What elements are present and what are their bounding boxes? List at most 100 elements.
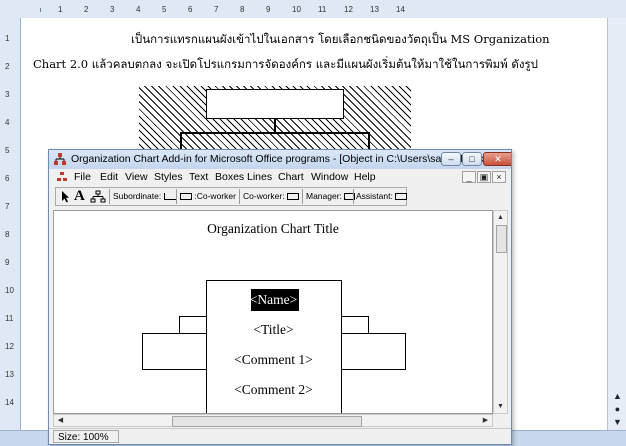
manager-tool[interactable]: Manager: [306,189,356,204]
ruler-number: 13 [370,5,379,14]
ruler-number: 9 [266,5,271,14]
scroll-right-icon[interactable]: ▶ [480,415,491,426]
ruler-number: 8 [5,230,10,239]
doc-minimize-icon[interactable]: _ [462,171,476,183]
subordinate-left-box[interactable] [142,333,208,370]
ruler-number: 5 [162,5,167,14]
next-page-icon[interactable]: ▼ [611,416,624,429]
ruler-number: 4 [136,5,141,14]
coworker-left-box-icon [180,193,192,201]
ruler-number: 11 [5,314,14,323]
subordinate-tool[interactable]: Subordinate: [113,189,177,204]
menu-styles[interactable]: Styles [154,171,183,183]
doc-close-icon[interactable]: × [492,171,506,183]
document-icon[interactable] [57,172,67,182]
ruler-number: 2 [84,5,89,14]
comment1-placeholder[interactable]: <Comment 1> [207,352,340,368]
toolbar-separator [302,189,303,204]
menu-help[interactable]: Help [354,171,376,183]
ruler-number: 6 [5,174,10,183]
ruler-number: 3 [5,90,10,99]
ruler-number: 12 [344,5,353,14]
browse-object-icon[interactable]: ● [611,403,624,416]
ruler-number: 12 [5,342,14,351]
assistant-label: Assistant: [356,191,393,201]
canvas-vertical-scrollbar[interactable]: ▲ ▼ [493,210,508,414]
coworker-right-label: Co-worker: [243,191,285,201]
name-placeholder[interactable]: <Name> [207,292,340,308]
ruler-number: 11 [318,5,327,14]
title-placeholder[interactable]: <Title> [207,322,340,338]
scroll-thumb[interactable] [172,416,362,427]
org-structure-icon[interactable] [90,189,106,204]
paragraph-line: เป็นการแทรกแผนผังเข้าไปในเอกสาร โดยเลือก… [131,32,550,46]
text-tool-icon[interactable]: A [74,189,85,204]
ruler-number: 8 [240,5,245,14]
drawing-toolbar: A Subordinate: :Co-worker Co-worker: Man… [55,187,408,206]
ruler-number: 7 [5,202,10,211]
scroll-down-icon[interactable]: ▼ [495,401,506,412]
menu-bar: File Edit View Styles Text Boxes Lines C… [49,169,511,185]
zoom-size-indicator: Size: 100% [53,430,119,443]
chart-canvas[interactable]: Organization Chart Title <Name> <Title> … [53,210,493,414]
assistant-box-icon [395,193,408,201]
ruler-number: 13 [5,370,14,379]
scroll-up-icon[interactable]: ▲ [495,212,506,223]
org-box [206,89,344,119]
ruler-number: 7 [214,5,219,14]
ruler-number: 10 [5,286,14,295]
ruler-number: 14 [396,5,405,14]
toolbar-separator [353,189,354,204]
org-chart-window[interactable]: Organization Chart Add-in for Microsoft … [48,149,512,445]
horizontal-ruler: 1 2 3 4 5 6 7 8 9 10 11 12 13 14 [0,0,626,19]
minimize-icon[interactable]: – [441,152,461,166]
toolbar-separator [176,189,177,204]
comment2-placeholder[interactable]: <Comment 2> [207,382,340,398]
menu-window[interactable]: Window [311,171,348,183]
window-title-bar[interactable]: Organization Chart Add-in for Microsoft … [49,150,511,170]
previous-page-icon[interactable]: ▲ [611,390,624,403]
menu-text[interactable]: Text [189,171,208,183]
ruler-number: 5 [5,146,10,155]
doc-restore-icon[interactable]: ▣ [477,171,491,183]
ruler-number: 4 [5,118,10,127]
org-connector [180,132,182,150]
vertical-ruler: 1 2 3 4 5 6 7 8 9 10 11 12 13 14 [0,18,21,430]
org-chart-app-icon [54,153,66,165]
menu-chart[interactable]: Chart [278,171,304,183]
chart-title[interactable]: Organization Chart Title [54,221,492,237]
maximize-icon[interactable]: □ [462,152,482,166]
coworker-left-tool[interactable]: :Co-worker [180,189,236,204]
coworker-right-tool[interactable]: Co-worker: [243,189,299,204]
canvas-horizontal-scrollbar[interactable]: ◀ ▶ [53,414,493,427]
document-vertical-scrollbar[interactable]: ▲ ● ▼ [607,18,626,430]
ruler-tick [40,8,41,12]
select-arrow-icon[interactable] [59,189,71,204]
subordinate-box-icon [163,193,177,201]
paragraph-line: Chart 2.0 แล้วคลบตกลง จะเปิดโปรแกรมการจั… [33,57,538,71]
ruler-number: 9 [5,258,10,267]
ruler-number: 2 [5,62,10,71]
org-connector [368,132,370,150]
toolbar-separator [109,189,110,204]
subordinate-label: Subordinate: [113,191,162,201]
menu-lines[interactable]: Lines [247,171,272,183]
coworker-right-box-icon [286,193,299,201]
manager-box[interactable]: <Name> <Title> <Comment 1> <Comment 2> [206,280,342,413]
scroll-left-icon[interactable]: ◀ [55,415,66,426]
org-connector [180,132,370,134]
org-connector [274,119,276,133]
ruler-number: 14 [5,398,14,407]
scroll-thumb[interactable] [496,225,507,253]
ruler-number: 1 [58,5,63,14]
coworker-right-box[interactable] [340,316,369,334]
menu-file[interactable]: File [74,171,91,183]
close-icon[interactable]: ✕ [483,152,511,166]
menu-boxes[interactable]: Boxes [215,171,244,183]
menu-edit[interactable]: Edit [100,171,118,183]
menu-view[interactable]: View [125,171,148,183]
subordinate-right-box[interactable] [340,333,406,370]
assistant-tool[interactable]: Assistant: [356,189,408,204]
manager-label: Manager: [306,191,342,201]
coworker-left-box[interactable] [179,316,208,334]
